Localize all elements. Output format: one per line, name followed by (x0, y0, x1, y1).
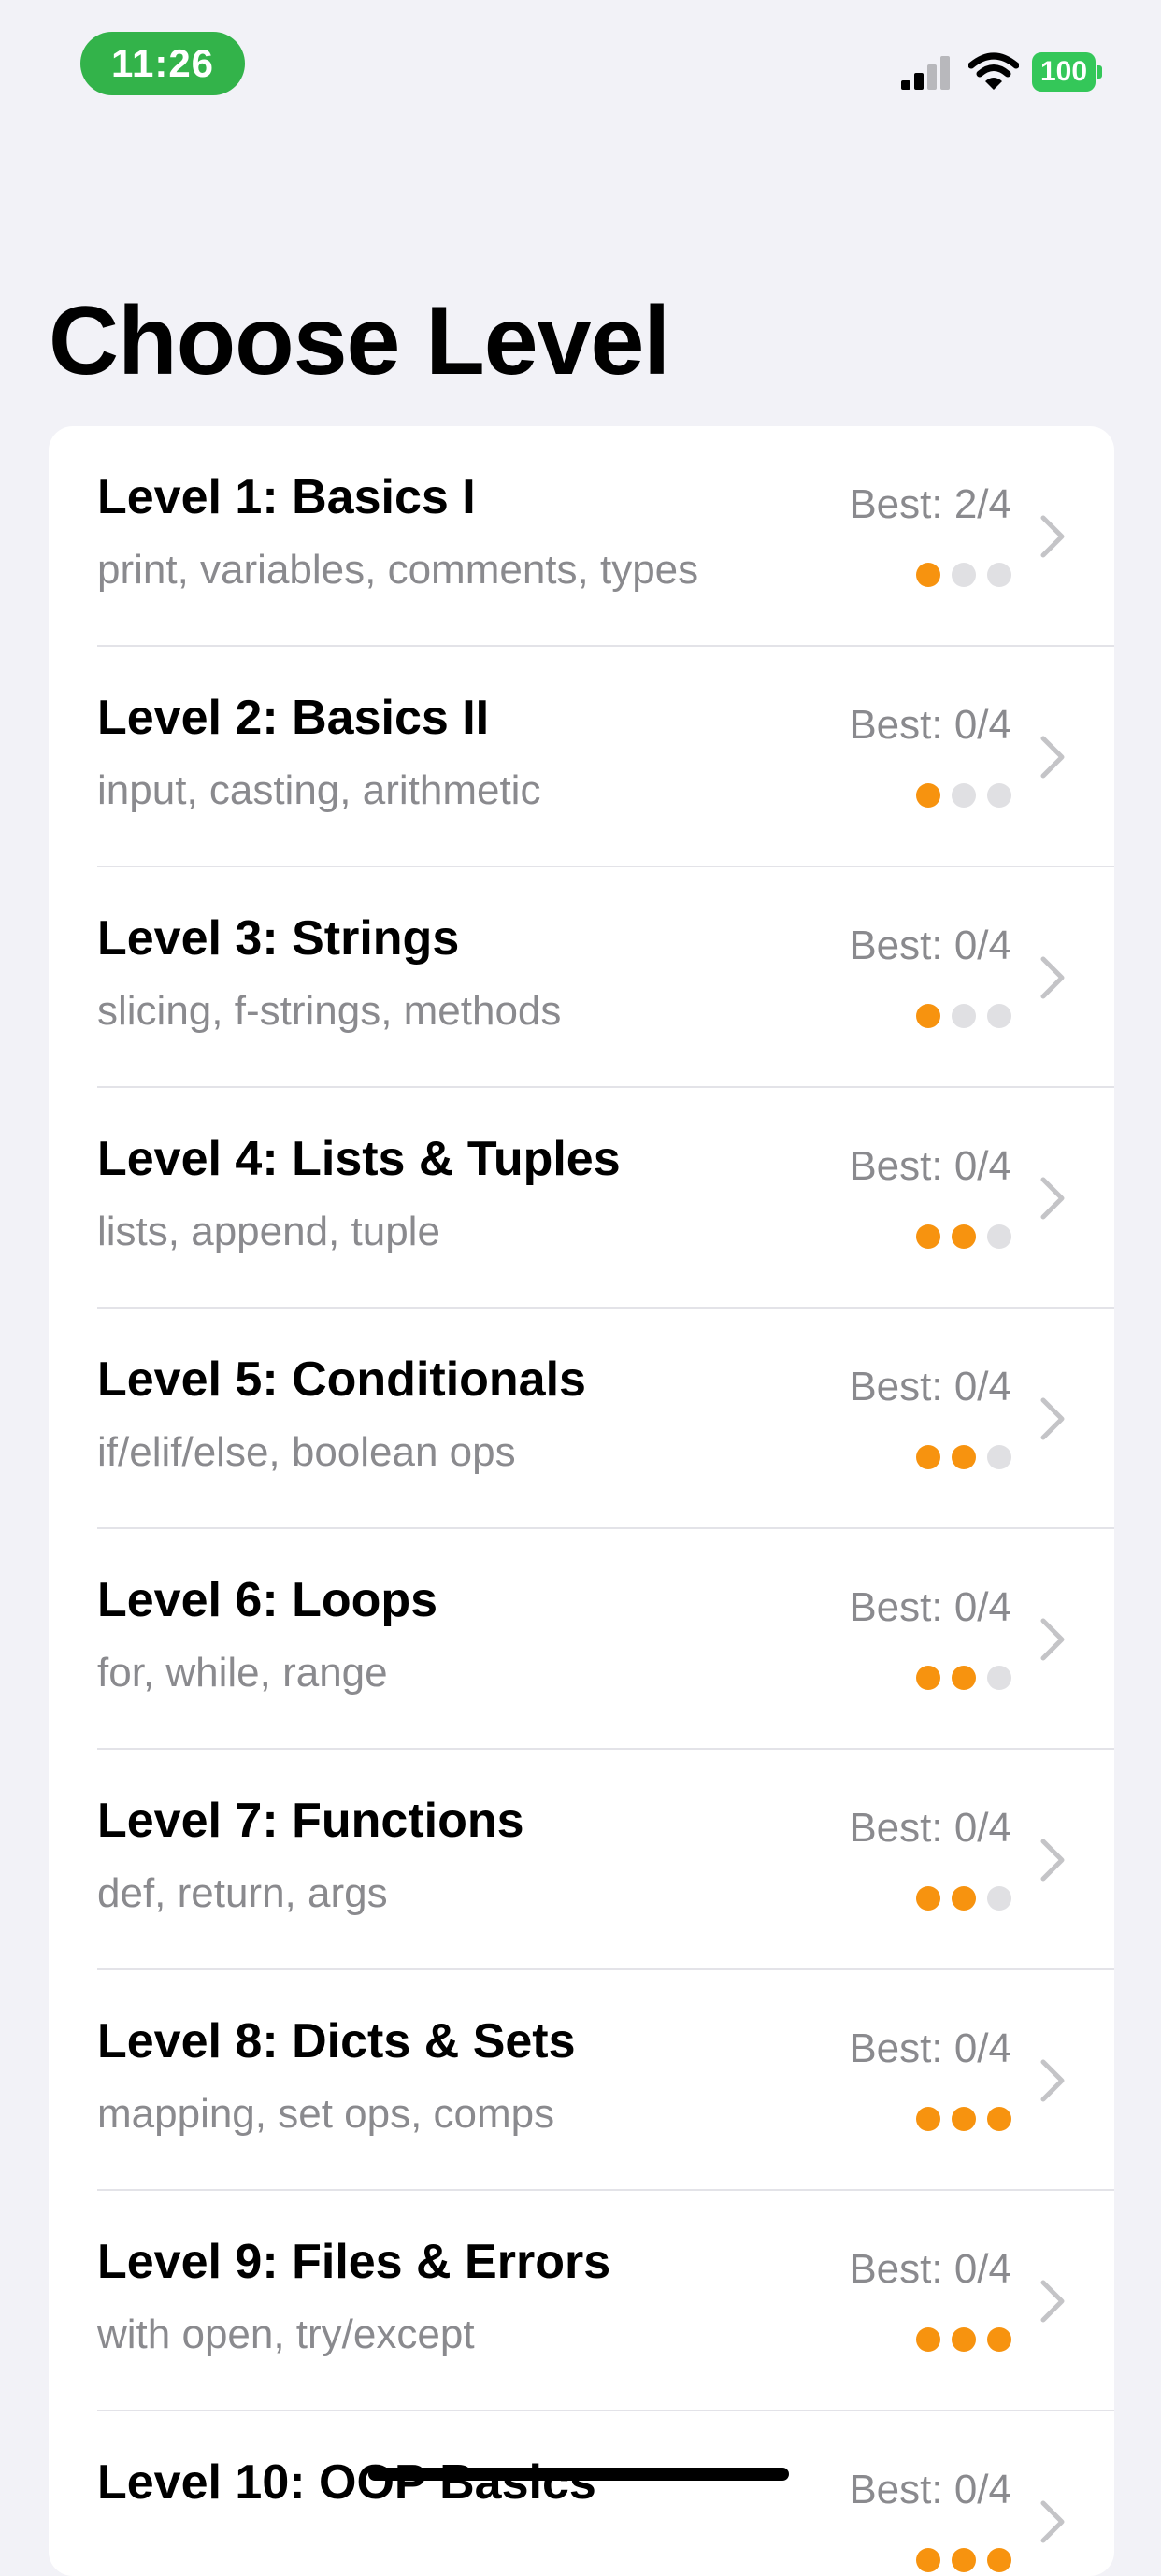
difficulty-dot-empty (987, 563, 1011, 587)
difficulty-dots (916, 1004, 1011, 1028)
difficulty-dot-empty (987, 1666, 1011, 1690)
difficulty-dot-filled (952, 2548, 976, 2572)
level-row[interactable]: Level 9: Files & Errors with open, try/ex… (49, 2191, 1114, 2411)
difficulty-dot-filled (916, 563, 940, 587)
level-row[interactable]: Level 1: Basics I print, variables, comme… (49, 426, 1114, 647)
difficulty-dot-filled (916, 1445, 940, 1469)
difficulty-dot-filled (987, 2548, 1011, 2572)
level-title: Level 8: Dicts & Sets (97, 2014, 576, 2068)
level-row[interactable]: Level 3: Strings slicing, f-strings, meth… (49, 867, 1114, 1088)
status-bar: 11:26 100 (0, 0, 1161, 131)
level-best-score: Best: 0/4 (849, 1805, 1011, 1851)
level-best-score: Best: 2/4 (849, 481, 1011, 527)
level-topics: if/elif/else, boolean ops (97, 1429, 516, 1475)
difficulty-dots (916, 1886, 1011, 1911)
difficulty-dots (916, 2327, 1011, 2352)
chevron-right-icon (1040, 515, 1065, 558)
difficulty-dots (916, 1445, 1011, 1469)
difficulty-dot-empty (952, 563, 976, 587)
battery-tip (1097, 65, 1102, 79)
chevron-right-icon (1040, 956, 1065, 999)
level-topics: lists, append, tuple (97, 1209, 440, 1254)
chevron-right-icon (1040, 1839, 1065, 1882)
difficulty-dot-filled (916, 2548, 940, 2572)
level-row[interactable]: Level 7: Functions def, return, args Best:… (49, 1750, 1114, 1970)
level-topics: slicing, f-strings, methods (97, 988, 562, 1034)
difficulty-dot-empty (987, 1224, 1011, 1249)
difficulty-dots (916, 563, 1011, 587)
level-best-score: Best: 0/4 (849, 1364, 1011, 1410)
chevron-right-icon (1040, 2280, 1065, 2323)
difficulty-dot-filled (987, 2107, 1011, 2131)
level-row[interactable]: Level 10: OOP Basics Best: 0/4 (49, 2411, 1114, 2576)
level-title: Level 2: Basics II (97, 691, 490, 745)
difficulty-dots (916, 1224, 1011, 1249)
difficulty-dot-filled (952, 1886, 976, 1911)
chevron-right-icon (1040, 736, 1065, 779)
difficulty-dot-filled (987, 2327, 1011, 2352)
battery-level: 100 (1032, 52, 1096, 92)
page-title: Choose Level (49, 287, 670, 395)
level-topics: print, variables, comments, types (97, 547, 699, 593)
difficulty-dot-filled (952, 1666, 976, 1690)
difficulty-dot-empty (952, 783, 976, 808)
level-title: Level 7: Functions (97, 1794, 524, 1848)
level-title: Level 5: Conditionals (97, 1352, 586, 1407)
difficulty-dots (916, 1666, 1011, 1690)
level-title: Level 6: Loops (97, 1573, 438, 1627)
difficulty-dot-empty (987, 1445, 1011, 1469)
chevron-right-icon (1040, 1397, 1065, 1440)
chevron-right-icon (1040, 2500, 1065, 2543)
level-row[interactable]: Level 8: Dicts & Sets mapping, set ops, c… (49, 1970, 1114, 2191)
difficulty-dot-filled (916, 2107, 940, 2131)
level-topics: def, return, args (97, 1870, 388, 1916)
level-row[interactable]: Level 6: Loops for, while, range Best: 0/4 (49, 1529, 1114, 1750)
level-best-score: Best: 0/4 (849, 2467, 1011, 2512)
level-best-score: Best: 0/4 (849, 1143, 1011, 1189)
home-indicator[interactable] (368, 2468, 789, 2481)
level-topics: input, casting, arithmetic (97, 767, 541, 813)
difficulty-dot-empty (952, 1004, 976, 1028)
chevron-right-icon (1040, 1177, 1065, 1220)
difficulty-dot-filled (952, 1224, 976, 1249)
level-row[interactable]: Level 5: Conditionals if/elif/else, boole… (49, 1309, 1114, 1529)
levels-list: Level 1: Basics I print, variables, comme… (49, 426, 1114, 2576)
level-best-score: Best: 0/4 (849, 2246, 1011, 2292)
battery-icon: 100 (1032, 52, 1103, 92)
level-row[interactable]: Level 2: Basics II input, casting, arithm… (49, 647, 1114, 867)
difficulty-dot-filled (916, 783, 940, 808)
difficulty-dot-filled (916, 1004, 940, 1028)
level-best-score: Best: 0/4 (849, 1584, 1011, 1630)
difficulty-dots (916, 2548, 1011, 2572)
difficulty-dot-empty (987, 1004, 1011, 1028)
difficulty-dot-empty (987, 1886, 1011, 1911)
level-title: Level 1: Basics I (97, 470, 476, 524)
chevron-right-icon (1040, 1618, 1065, 1661)
level-topics: with open, try/except (97, 2311, 475, 2357)
difficulty-dots (916, 783, 1011, 808)
difficulty-dot-filled (952, 1445, 976, 1469)
level-best-score: Best: 0/4 (849, 2025, 1011, 2071)
level-topics: for, while, range (97, 1650, 388, 1696)
level-title: Level 3: Strings (97, 911, 460, 966)
level-title: Level 10: OOP Basics (97, 2455, 596, 2510)
signal-icon (901, 56, 950, 90)
level-best-score: Best: 0/4 (849, 702, 1011, 748)
wifi-icon (968, 52, 1019, 90)
status-time: 11:26 (80, 32, 245, 95)
difficulty-dot-empty (987, 783, 1011, 808)
difficulty-dot-filled (916, 1224, 940, 1249)
difficulty-dot-filled (952, 2327, 976, 2352)
level-best-score: Best: 0/4 (849, 923, 1011, 968)
level-row[interactable]: Level 4: Lists & Tuples lists, append, tu… (49, 1088, 1114, 1309)
difficulty-dot-filled (916, 1886, 940, 1911)
difficulty-dot-filled (952, 2107, 976, 2131)
level-topics: mapping, set ops, comps (97, 2091, 555, 2137)
difficulty-dot-filled (916, 1666, 940, 1690)
chevron-right-icon (1040, 2059, 1065, 2102)
difficulty-dots (916, 2107, 1011, 2131)
level-title: Level 9: Files & Errors (97, 2235, 611, 2289)
level-title: Level 4: Lists & Tuples (97, 1132, 621, 1186)
difficulty-dot-filled (916, 2327, 940, 2352)
